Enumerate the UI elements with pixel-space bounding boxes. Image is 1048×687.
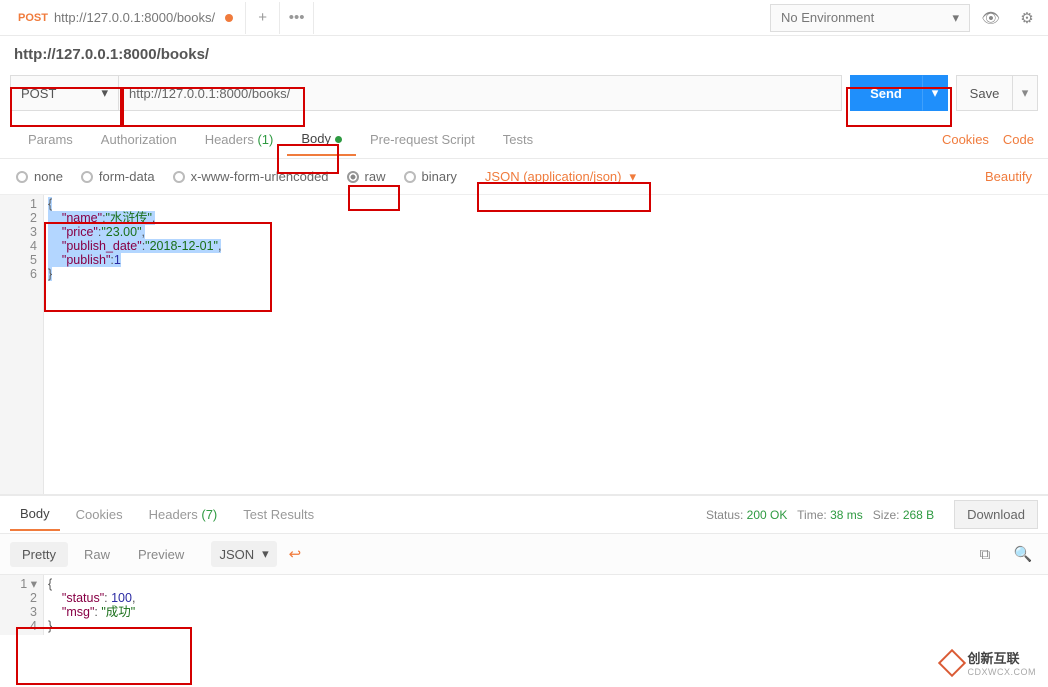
tab-body[interactable]: Body — [287, 123, 356, 156]
tab-headers[interactable]: Headers (1) — [191, 124, 288, 155]
watermark-logo-icon — [937, 648, 965, 676]
view-preview[interactable]: Preview — [126, 542, 196, 567]
chevron-down-icon: ▾ — [262, 546, 269, 562]
request-gutter: 123456 — [0, 195, 44, 494]
tab-method-label: POST — [18, 12, 48, 24]
url-input[interactable]: http://127.0.0.1:8000/books/ — [118, 75, 842, 111]
response-body-editor: 1 ▾234 { "status": 100, "msg": "成功" } — [0, 575, 1048, 635]
tab-url-label: http://127.0.0.1:8000/books/ — [54, 10, 215, 25]
wrap-lines-icon[interactable]: ↩ — [289, 545, 302, 563]
annotation-box — [16, 627, 192, 685]
body-type-xwww[interactable]: x-www-form-urlencoded — [173, 169, 329, 184]
tab-prerequest[interactable]: Pre-request Script — [356, 124, 489, 155]
chevron-down-icon: ▾ — [952, 10, 959, 26]
view-pretty[interactable]: Pretty — [10, 542, 68, 567]
method-label: POST — [21, 86, 56, 101]
request-title: http://127.0.0.1:8000/books/ — [0, 36, 1048, 67]
tab-params[interactable]: Params — [14, 124, 87, 155]
body-type-none[interactable]: none — [16, 169, 63, 184]
response-gutter: 1 ▾234 — [0, 575, 44, 635]
send-options-button[interactable]: ▾ — [922, 75, 948, 111]
request-body-editor[interactable]: 123456 { "name":"水浒传", "price":"23.00", … — [0, 195, 1048, 495]
send-button[interactable]: Send — [850, 75, 922, 111]
body-type-raw[interactable]: raw — [347, 169, 386, 184]
new-tab-button[interactable]: + — [246, 2, 280, 34]
response-tab-cookies[interactable]: Cookies — [66, 499, 133, 530]
eye-icon[interactable]: 👁 — [976, 4, 1006, 32]
response-tab-tests[interactable]: Test Results — [233, 499, 324, 530]
beautify-button[interactable]: Beautify — [985, 169, 1032, 184]
chevron-down-icon: ▾ — [629, 169, 636, 185]
response-format-select[interactable]: JSON▾ — [211, 541, 276, 567]
watermark: 创新互联 CDXWCX.COM — [936, 644, 1043, 681]
code-link[interactable]: Code — [1003, 132, 1034, 147]
method-select[interactable]: POST ▾ — [10, 75, 118, 111]
gear-icon[interactable]: ⚙ — [1012, 4, 1042, 32]
cookies-link[interactable]: Cookies — [942, 132, 989, 147]
search-icon[interactable]: 🔍 — [1008, 540, 1038, 568]
chevron-down-icon: ▾ — [101, 85, 108, 101]
view-raw[interactable]: Raw — [72, 542, 122, 567]
environment-label: No Environment — [781, 10, 874, 25]
content-type-select[interactable]: JSON (application/json)▾ — [475, 165, 646, 189]
tab-options-button[interactable]: ••• — [280, 2, 314, 34]
response-tab-body[interactable]: Body — [10, 498, 60, 531]
save-button[interactable]: Save — [956, 75, 1012, 111]
response-tab-headers[interactable]: Headers (7) — [139, 499, 228, 530]
tab-tests[interactable]: Tests — [489, 124, 547, 155]
response-meta: Status: 200 OK Time: 38 ms Size: 268 B — [706, 508, 934, 522]
body-type-formdata[interactable]: form-data — [81, 169, 155, 184]
green-dot-icon — [335, 136, 342, 143]
environment-select[interactable]: No Environment ▾ — [770, 4, 970, 32]
download-button[interactable]: Download — [954, 500, 1038, 529]
save-options-button[interactable]: ▾ — [1012, 75, 1038, 111]
tab-authorization[interactable]: Authorization — [87, 124, 191, 155]
copy-icon[interactable]: ⧉ — [970, 540, 1000, 568]
request-tab[interactable]: POST http://127.0.0.1:8000/books/ — [6, 2, 246, 34]
unsaved-dot-icon — [225, 14, 233, 22]
body-type-binary[interactable]: binary — [404, 169, 457, 184]
